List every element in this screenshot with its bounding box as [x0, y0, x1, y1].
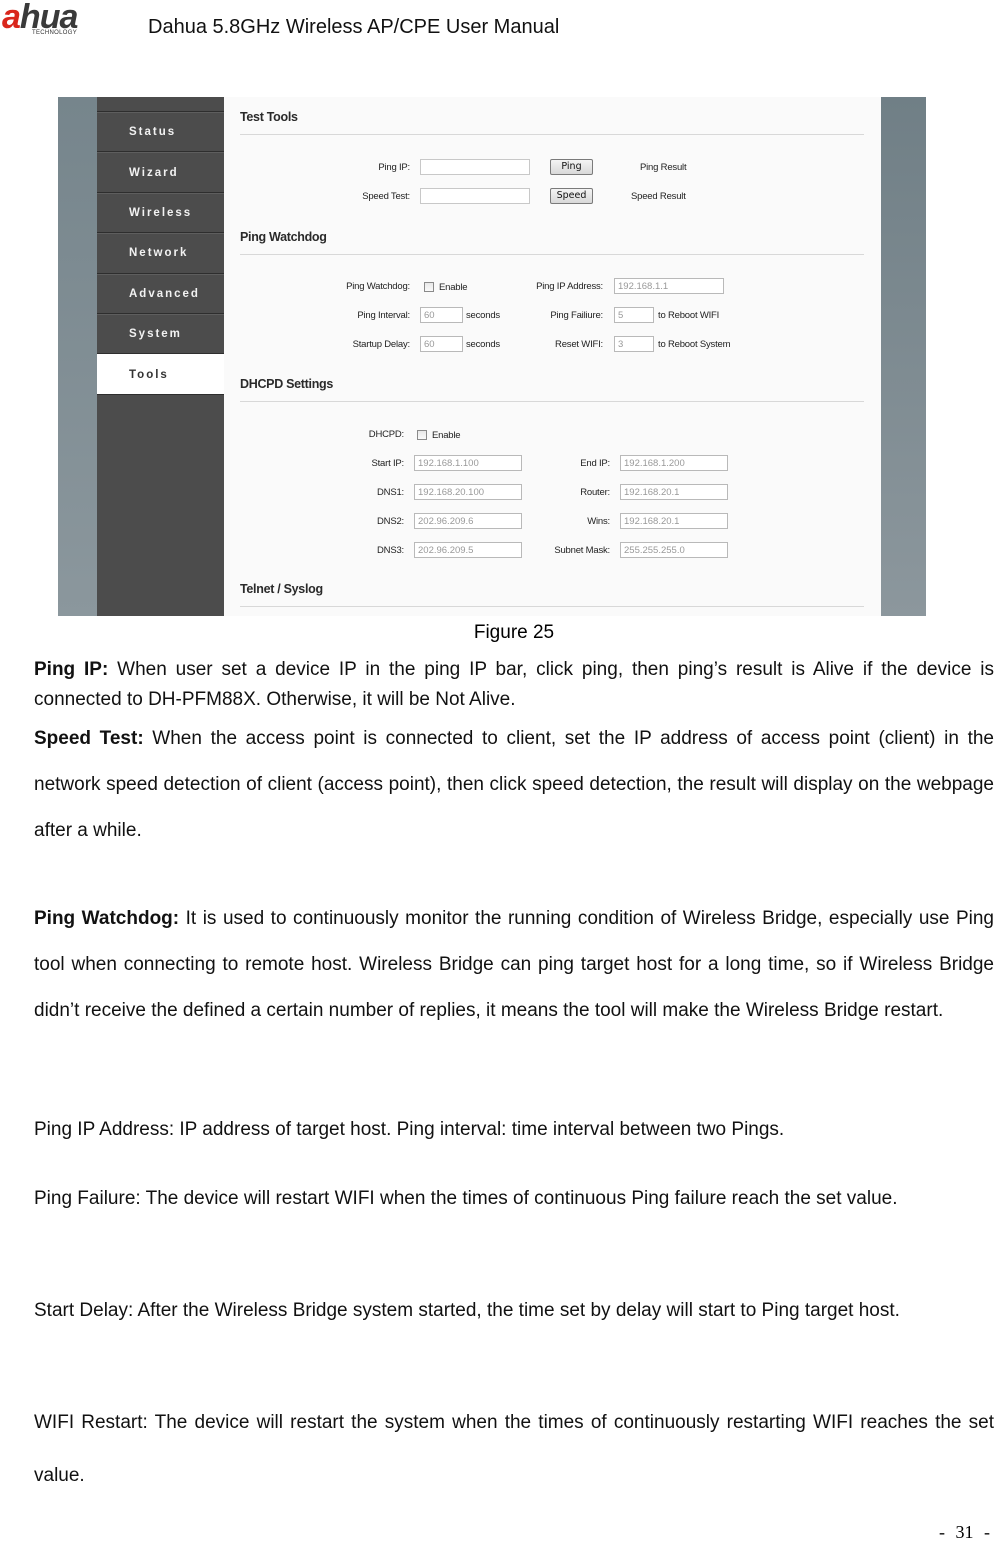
- startup-delay-input[interactable]: [420, 336, 463, 352]
- wins-input[interactable]: [620, 513, 728, 529]
- term-ping-ip: Ping IP:: [34, 659, 109, 680]
- start-ip-label: Start IP:: [371, 458, 404, 469]
- speed-result: Speed Result: [631, 191, 686, 202]
- reset-wifi-label: Reset WIFI:: [555, 339, 603, 350]
- ping-ip-address-input[interactable]: [614, 278, 724, 294]
- figure-caption: Figure 25: [473, 622, 555, 643]
- divider: [240, 134, 864, 135]
- term-speed-test: Speed Test:: [34, 728, 144, 749]
- paragraph-ping-watchdog: Ping Watchdog: It is used to continuousl…: [34, 908, 994, 1021]
- ping-ip-input[interactable]: [420, 159, 530, 175]
- ping-ip-label: Ping IP:: [378, 162, 410, 173]
- right-border-bar: [881, 97, 926, 616]
- dns3-input[interactable]: [414, 542, 522, 558]
- ping-failure-input[interactable]: [614, 307, 654, 323]
- ping-failure-suffix: to Reboot WIFI: [658, 310, 720, 321]
- ping-watchdog-enable-checkbox[interactable]: [424, 282, 434, 292]
- sidebar-item-wizard[interactable]: Wizard: [97, 152, 224, 193]
- subnet-mask-input[interactable]: [620, 542, 728, 558]
- term-ping-watchdog: Ping Watchdog:: [34, 908, 180, 929]
- end-ip-input[interactable]: [620, 455, 728, 471]
- sidebar-item-tools[interactable]: Tools: [97, 354, 224, 395]
- section-title-test-tools: Test Tools: [240, 110, 298, 124]
- dns2-input[interactable]: [414, 513, 522, 529]
- startup-delay-unit: seconds: [466, 339, 500, 350]
- speed-test-input[interactable]: [420, 188, 530, 204]
- paragraph-wifi-restart: WIFI Restart: The device will restart th…: [34, 1412, 994, 1486]
- end-ip-label: End IP:: [580, 458, 610, 469]
- tools-content: Test Tools Ping IP: Ping Ping Result Spe…: [240, 97, 864, 616]
- subnet-mask-label: Subnet Mask:: [554, 545, 610, 556]
- start-ip-input[interactable]: [414, 455, 522, 471]
- tools-page-screenshot: Status Wizard Wireless Network Advanced …: [58, 97, 926, 616]
- paragraph-ping-failure: Ping Failure: The device will restart WI…: [34, 1188, 898, 1209]
- speed-test-label: Speed Test:: [362, 191, 410, 202]
- dhcpd-label: DHCPD:: [368, 429, 404, 440]
- sidebar-nav: Status Wizard Wireless Network Advanced …: [97, 97, 224, 616]
- paragraph-ping-ip-address: Ping IP Address: IP address of target ho…: [34, 1119, 785, 1140]
- router-label: Router:: [580, 487, 610, 498]
- paragraph-speed-test: Speed Test: When the access point is con…: [34, 728, 994, 841]
- page-number: - 31 -: [939, 1522, 990, 1542]
- sidebar-item-network[interactable]: Network: [97, 233, 224, 274]
- ping-button[interactable]: Ping: [550, 159, 593, 175]
- ping-interval-unit: seconds: [466, 310, 500, 321]
- enable-label: Enable: [432, 430, 461, 441]
- divider: [240, 401, 864, 402]
- wins-label: Wins:: [587, 516, 610, 527]
- ping-watchdog-label: Ping Watchdog:: [346, 281, 410, 292]
- reset-wifi-input[interactable]: [614, 336, 654, 352]
- ping-interval-input[interactable]: [420, 307, 463, 323]
- enable-label: Enable: [439, 282, 468, 293]
- ping-result: Ping Result: [640, 162, 687, 173]
- section-title-ping-watchdog: Ping Watchdog: [240, 230, 327, 244]
- paragraph-ping-ip: Ping IP: When user set a device IP in th…: [34, 659, 994, 710]
- reset-wifi-suffix: to Reboot System: [658, 339, 731, 350]
- dns1-label: DNS1:: [377, 487, 404, 498]
- logo-subtitle: TECHNOLOGY: [32, 30, 78, 36]
- paragraph-start-delay: Start Delay: After the Wireless Bridge s…: [34, 1300, 900, 1321]
- ping-failure-label: Ping Failiure:: [550, 310, 603, 321]
- dhcpd-enable-checkbox[interactable]: [417, 430, 427, 440]
- left-border-bar: [58, 97, 97, 616]
- divider: [240, 254, 864, 255]
- sidebar-item-system[interactable]: System: [97, 313, 224, 355]
- sidebar-item-advanced[interactable]: Advanced: [97, 273, 224, 314]
- sidebar-item-status[interactable]: Status: [97, 112, 224, 153]
- speed-button[interactable]: Speed: [550, 188, 593, 204]
- manual-title: Dahua 5.8GHz Wireless AP/CPE User Manual: [148, 16, 560, 38]
- dns3-label: DNS3:: [377, 545, 404, 556]
- dahua-logo: ahua TECHNOLOGY: [2, 0, 120, 40]
- router-input[interactable]: [620, 484, 728, 500]
- dns1-input[interactable]: [414, 484, 522, 500]
- dns2-label: DNS2:: [377, 516, 404, 527]
- ping-interval-label: Ping Interval:: [357, 310, 410, 321]
- section-title-dhcpd: DHCPD Settings: [240, 377, 334, 391]
- sidebar-item-wireless[interactable]: Wireless: [97, 192, 224, 234]
- ping-ip-address-label: Ping IP Address:: [536, 281, 603, 292]
- startup-delay-label: Startup Delay:: [352, 339, 411, 350]
- divider: [240, 606, 864, 607]
- section-title-telnet-syslog: Telnet / Syslog: [240, 582, 323, 596]
